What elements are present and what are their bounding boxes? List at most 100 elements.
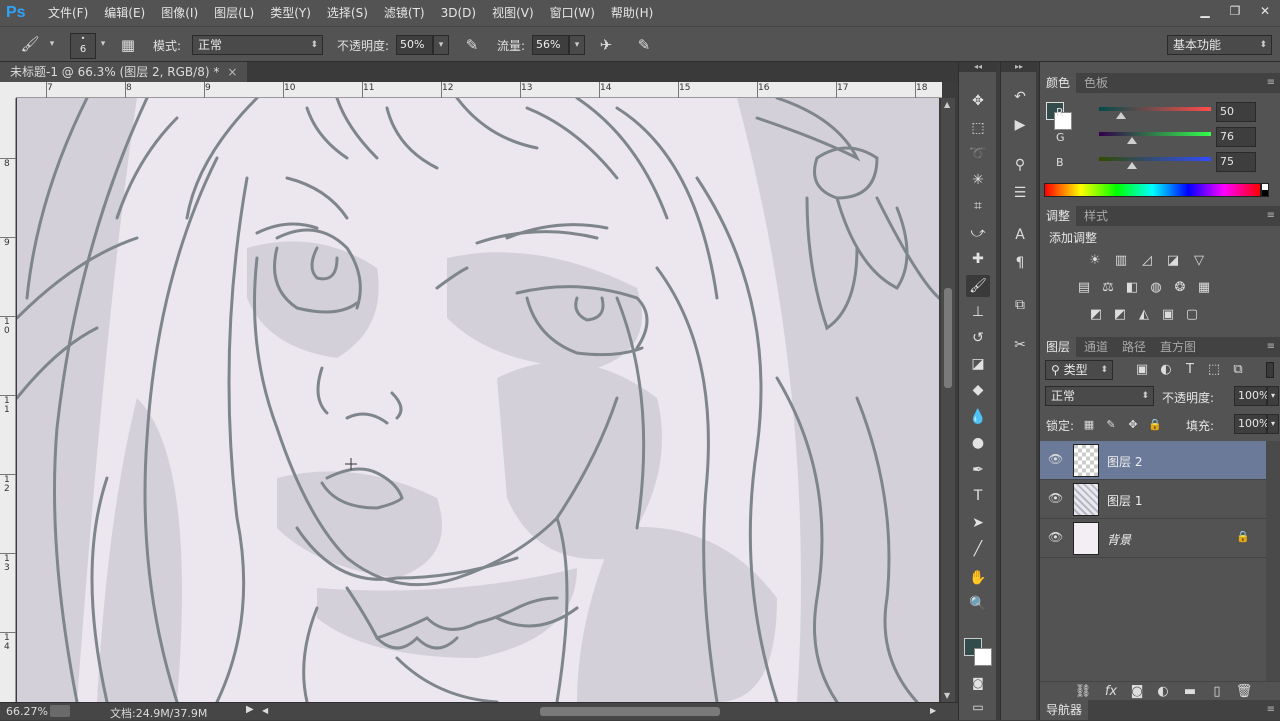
filter-shape-icon[interactable]: ⬚ [1205,361,1223,379]
brightness-contrast-icon[interactable]: ☀ [1086,252,1104,270]
screen-mode-icon[interactable]: ▭ [966,696,990,718]
posterize-icon[interactable]: ◩ [1111,306,1129,324]
menu-item[interactable]: 滤镜(T) [376,0,433,26]
fill-dropdown[interactable]: ▾ [1267,414,1279,434]
new-adjustment-icon[interactable]: ◐ [1154,683,1172,701]
healing-brush-tool-icon[interactable]: ✚ [966,248,990,270]
close-tab-icon[interactable]: × [227,65,237,79]
menu-item[interactable]: 编辑(E) [96,0,153,26]
lock-transparency-icon[interactable]: ▦ [1080,416,1098,434]
b-slider-thumb[interactable] [1126,162,1137,169]
expand-icon[interactable]: ▸▸ [1001,62,1037,72]
menu-item[interactable]: 图层(L) [206,0,262,26]
character-panel-icon[interactable]: A [1009,224,1031,246]
flow-dropdown[interactable]: ▾ [569,35,585,55]
selective-color-icon[interactable]: ▢ [1183,306,1201,324]
line-tool-icon[interactable]: ╱ [966,538,990,560]
scroll-down-icon[interactable]: ▼ [944,691,950,700]
filter-smart-object-icon[interactable]: ⧉ [1229,361,1247,379]
layers-scrollbar[interactable] [1266,441,1280,681]
tool-presets-panel-icon[interactable]: ✂ [1009,334,1031,356]
tab-channels[interactable]: 通道 [1078,337,1114,357]
brush-panel-icon[interactable]: ☰ [1009,182,1031,204]
panel-menu-icon[interactable]: ≡ [1267,700,1275,720]
tab-navigator[interactable]: 导航器 [1040,700,1089,720]
tab-histogram[interactable]: 直方图 [1154,337,1202,357]
restore-icon[interactable]: ❐ [1220,0,1250,22]
layer-name[interactable]: 背景 [1107,531,1131,548]
g-slider-track[interactable] [1099,132,1211,136]
eye-visibility-icon[interactable]: 👁 [1048,530,1063,544]
paint-bucket-tool-icon[interactable]: ◆ [966,379,990,401]
menu-item[interactable]: 文件(F) [40,0,96,26]
type-tool-icon[interactable]: T [966,485,990,507]
horizontal-scroll-thumb[interactable] [540,707,720,716]
clone-stamp-tool-icon[interactable]: ⊥ [966,301,990,323]
eyedropper-tool-icon[interactable]: ⤻ [966,222,990,244]
status-menu-arrow-icon[interactable]: ▶ [246,704,254,715]
pressure-opacity-icon[interactable]: ✎ [462,35,482,55]
add-mask-icon[interactable]: ◙ [1128,683,1146,701]
panel-menu-icon[interactable]: ≡ [1267,337,1275,357]
r-slider-thumb[interactable] [1115,112,1126,119]
b-value-input[interactable]: 75 [1216,152,1256,172]
layer-style-icon[interactable]: fx [1102,683,1120,701]
move-tool-icon[interactable]: ✥ [966,90,990,112]
brush-panel-toggle-icon[interactable]: ▦ [118,35,138,55]
new-group-icon[interactable]: ▬ [1181,683,1199,701]
panel-menu-icon[interactable]: ≡ [1267,206,1275,226]
vertical-scroll-thumb[interactable] [944,288,952,388]
tab-color[interactable]: 颜色 [1040,73,1077,93]
curves-icon[interactable]: ◿ [1138,252,1156,270]
actions-panel-icon[interactable]: ▶ [1009,114,1031,136]
color-balance-icon[interactable]: ⚖ [1099,279,1117,297]
status-icon[interactable] [50,705,70,717]
filter-type-icon[interactable]: T [1181,361,1199,379]
tool-preset-dropdown[interactable]: ▾ [44,35,60,55]
clone-source-panel-icon[interactable]: ⧉ [1009,294,1031,316]
layer-row[interactable]: 👁 图层 1 [1040,480,1266,519]
magic-wand-tool-icon[interactable]: ✳ [966,169,990,191]
brush-size-dropdown[interactable]: ▾ [97,35,109,55]
g-value-input[interactable]: 76 [1216,127,1256,147]
eraser-tool-icon[interactable]: ◪ [966,353,990,375]
fill-input[interactable]: 100% [1234,414,1269,434]
color-lookup-icon[interactable]: ▦ [1195,279,1213,297]
r-value-input[interactable]: 50 [1216,102,1256,122]
layer-filter-select[interactable]: ⚲ 类型 ⬍ [1045,360,1113,380]
crop-tool-icon[interactable]: ⌗ [966,195,990,217]
menu-item[interactable]: 帮助(H) [603,0,661,26]
filter-adjustment-icon[interactable]: ◐ [1157,361,1175,379]
vibrance-icon[interactable]: ▽ [1190,252,1208,270]
scroll-up-icon[interactable]: ▲ [944,100,950,109]
mode-select[interactable]: 正常 ⬍ [192,35,323,55]
layer-row[interactable]: 👁 图层 2 [1040,441,1266,480]
filter-pixel-icon[interactable]: ▣ [1133,361,1151,379]
levels-icon[interactable]: ▥ [1112,252,1130,270]
scroll-right-icon[interactable]: ▶ [930,706,936,715]
eye-visibility-icon[interactable]: 👁 [1048,491,1063,505]
brush-tool-icon[interactable]: 🖌 [966,275,990,297]
tab-adjustments[interactable]: 调整 [1040,206,1077,226]
document-canvas[interactable] [17,98,939,702]
layer-row[interactable]: 👁 背景 🔒 [1040,519,1266,558]
close-icon[interactable]: ✕ [1250,0,1280,22]
color-spectrum-ramp[interactable] [1044,183,1261,197]
layer-opacity-dropdown[interactable]: ▾ [1267,386,1279,406]
workspace-select[interactable]: 基本功能 ⬍ [1167,35,1272,55]
flow-input[interactable]: 56% [532,35,569,55]
opacity-dropdown[interactable]: ▾ [433,35,449,55]
brush-tool-icon[interactable]: 🖌 [20,34,40,54]
link-layers-icon[interactable]: ⛓ [1074,683,1092,701]
zoom-level[interactable]: 66.27% [6,705,48,718]
lock-position-icon[interactable]: ✥ [1124,416,1142,434]
black-white-ramp[interactable] [1261,183,1269,197]
tab-styles[interactable]: 样式 [1078,206,1114,226]
hand-tool-icon[interactable]: ✋ [966,567,990,589]
quick-mask-icon[interactable]: ◙ [966,672,990,694]
eye-visibility-icon[interactable]: 👁 [1048,452,1063,466]
lasso-tool-icon[interactable]: ➰ [966,143,990,165]
brush-size-picker[interactable]: • 6 [70,33,96,59]
hue-saturation-icon[interactable]: ▤ [1075,279,1093,297]
zoom-tool-icon[interactable]: 🔍 [966,593,990,615]
